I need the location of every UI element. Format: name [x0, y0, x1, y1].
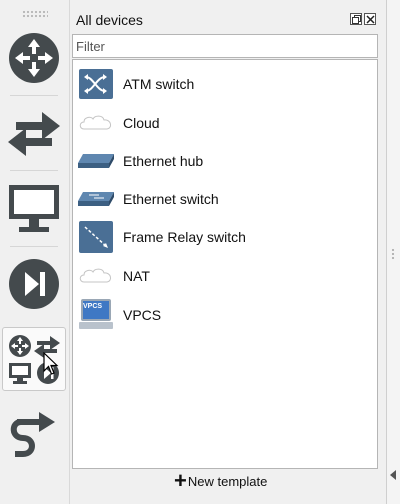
device-item-label: VPCS	[123, 307, 162, 323]
toolbar-separator	[10, 170, 58, 171]
device-item-label: Ethernet hub	[123, 153, 204, 169]
device-item-label: ATM switch	[123, 76, 195, 92]
add-link-icon	[10, 412, 55, 457]
frame-relay-switch-icon	[79, 221, 113, 253]
vpcs-icon: VPCS	[79, 299, 113, 331]
plus-icon: +	[174, 468, 187, 493]
security-devices-icon	[9, 259, 59, 309]
device-item-label: NAT	[123, 268, 150, 284]
device-item-atm-switch[interactable]: ATM switch	[77, 66, 373, 102]
mouse-cursor-icon	[43, 352, 59, 375]
routers-button[interactable]	[2, 26, 66, 90]
devices-dock-panel: All devices ATM switch	[70, 6, 384, 504]
atm-switch-icon	[79, 69, 113, 99]
device-list: ATM switch Cloud Ethernet hub Ethernet s…	[72, 59, 378, 469]
switches-icon	[8, 112, 60, 156]
end-devices-button[interactable]	[2, 176, 66, 240]
device-item-ethernet-hub[interactable]: Ethernet hub	[77, 143, 373, 179]
filter-input[interactable]	[76, 39, 374, 54]
panel-title-buttons	[350, 13, 376, 25]
device-item-frame-relay-switch[interactable]: Frame Relay switch	[77, 219, 373, 255]
end-devices-icon	[9, 185, 59, 232]
device-item-vpcs[interactable]: VPCS VPCS	[77, 297, 373, 333]
ethernet-switch-icon	[78, 192, 114, 206]
new-template-button[interactable]: + New template	[174, 470, 267, 492]
add-link-button[interactable]	[2, 400, 66, 464]
device-item-cloud[interactable]: Cloud	[77, 105, 373, 141]
float-panel-button[interactable]	[350, 13, 362, 25]
right-splitter[interactable]	[386, 0, 400, 504]
device-item-nat[interactable]: NAT	[77, 258, 373, 294]
device-item-label: Cloud	[123, 115, 160, 131]
device-item-label: Frame Relay switch	[123, 229, 246, 245]
toolbar-separator	[10, 246, 58, 247]
panel-title: All devices	[76, 12, 143, 28]
routers-icon	[9, 33, 59, 83]
close-panel-button[interactable]	[364, 13, 376, 25]
close-icon	[365, 14, 375, 24]
device-item-label: Ethernet switch	[123, 191, 219, 207]
float-icon	[351, 14, 361, 24]
switches-button[interactable]	[2, 100, 66, 164]
collapse-arrow-icon[interactable]	[390, 470, 396, 480]
toolbar-grip[interactable]	[22, 10, 48, 18]
device-item-ethernet-switch[interactable]: Ethernet switch	[77, 181, 373, 217]
toolbar-separator	[10, 95, 58, 96]
ethernet-hub-icon	[78, 154, 114, 168]
vpcs-icon-text: VPCS	[83, 303, 103, 310]
new-template-label: New template	[187, 473, 268, 489]
device-toolbar	[0, 0, 70, 504]
splitter-handle[interactable]	[391, 248, 395, 260]
nat-icon	[79, 268, 112, 283]
security-devices-button[interactable]	[2, 252, 66, 316]
filter-field[interactable]	[72, 34, 378, 58]
cloud-icon	[79, 115, 112, 130]
